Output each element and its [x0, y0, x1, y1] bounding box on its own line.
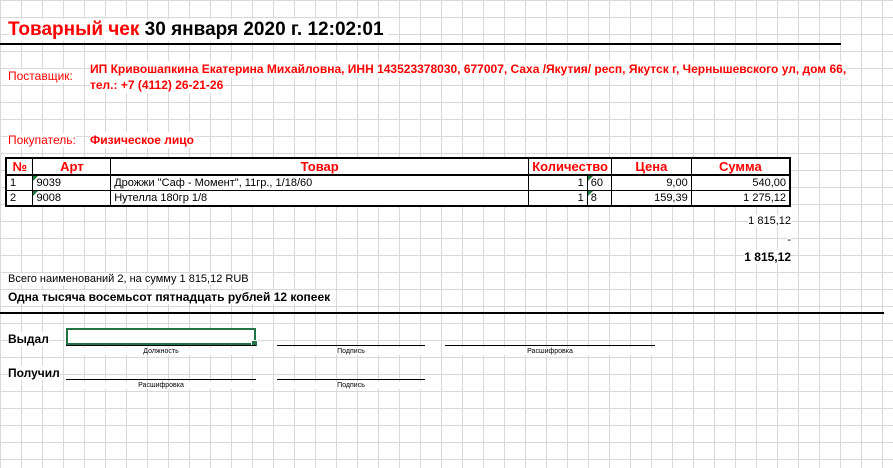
supplier-label: Поставщик: [8, 69, 73, 83]
grand-total-value: 1 815,12 [744, 250, 791, 264]
issued-decoding-caption: Расшифровка [445, 348, 655, 355]
cell-qty-pack[interactable]: 60 [586, 174, 612, 191]
issued-signature-caption: Подпись [277, 348, 425, 355]
cell-qty[interactable]: 1 [528, 190, 588, 207]
col-price: Цена [610, 157, 692, 176]
cell-price[interactable]: 159,39 [610, 190, 692, 207]
summary-line: Всего наименований 2, на сумму 1 815,12 … [8, 273, 249, 285]
issued-decoding-line [445, 345, 655, 346]
table-header-row: № Арт Товар Количество Цена Сумма [5, 157, 791, 176]
supplier-line1: ИП Кривошапкина Екатерина Михайловна, ИН… [90, 61, 847, 77]
total-value: 1 815,12 [748, 215, 791, 227]
issued-position-line [66, 345, 256, 346]
cell-qty[interactable]: 1 [528, 174, 588, 191]
issued-label: Выдал [8, 332, 49, 346]
cell-art[interactable]: 9039 [32, 174, 112, 191]
buyer-value: Физическое лицо [90, 132, 195, 148]
amount-in-words: Одна тысяча восемьсот пятнадцать рублей … [8, 290, 331, 304]
received-label: Получил [8, 366, 60, 380]
page-title: Товарный чек 30 января 2020 г. 12:02:01 [8, 19, 388, 41]
cell-product[interactable]: Дрожжи "Саф - Момент", 11гр., 1/18/60 [110, 174, 530, 191]
selected-cell[interactable] [66, 328, 258, 347]
table-row[interactable]: 1 9039 Дрожжи "Саф - Момент", 11гр., 1/1… [5, 174, 791, 191]
cell-product[interactable]: Нутелла 180гр 1/8 [110, 190, 530, 207]
vat-value: - [787, 234, 791, 246]
buyer-label: Покупатель: [8, 133, 76, 147]
cell-price[interactable]: 9,00 [610, 174, 692, 191]
received-decoding-caption: Расшифровка [66, 382, 256, 389]
received-signature-caption: Подпись [277, 382, 425, 389]
col-sum: Сумма [690, 157, 791, 176]
cell-art[interactable]: 9008 [32, 190, 112, 207]
cell-sum[interactable]: 540,00 [690, 174, 791, 191]
table-row[interactable]: 2 9008 Нутелла 180гр 1/8 1 8 159,39 1 27… [5, 190, 791, 207]
supplier-line2: тел.: +7 (4112) 26-21-26 [90, 77, 224, 93]
col-qty: Количество [528, 157, 612, 176]
cell-num[interactable]: 1 [5, 174, 34, 191]
title-divider [0, 43, 841, 45]
issued-position-caption: Должность [66, 348, 256, 355]
issued-signature-line [277, 345, 425, 346]
cell-sum[interactable]: 1 275,12 [690, 190, 791, 207]
received-decoding-line [66, 379, 256, 380]
col-art: Арт [32, 157, 112, 176]
title-label: Товарный чек [8, 19, 140, 40]
received-signature-line [277, 379, 425, 380]
cell-qty-pack[interactable]: 8 [586, 190, 612, 207]
items-table: № Арт Товар Количество Цена Сумма 1 9039… [5, 157, 791, 207]
col-product: Товар [110, 157, 530, 176]
title-date: 30 января 2020 г. 12:02:01 [144, 19, 384, 40]
summary-divider [0, 312, 884, 314]
cell-num[interactable]: 2 [5, 190, 34, 207]
col-num: № [5, 157, 34, 176]
